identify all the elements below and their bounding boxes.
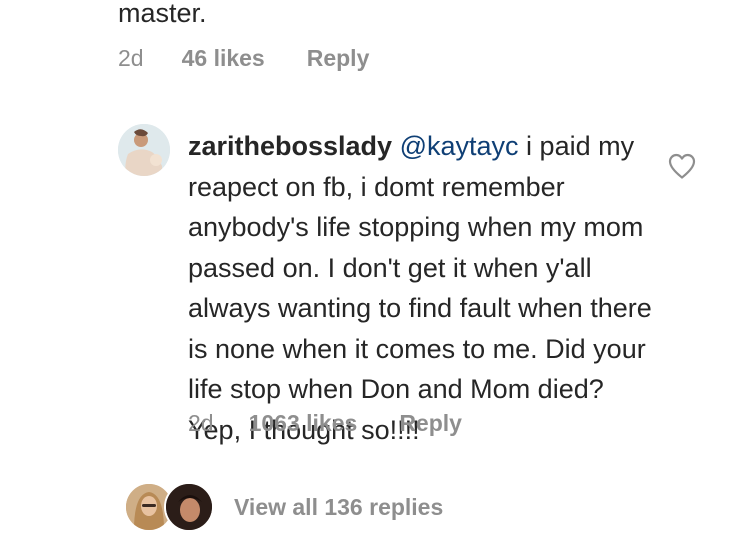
previous-comment-meta: 2d 46 likes Reply	[118, 45, 369, 72]
comment-username[interactable]: zarithebosslady	[188, 131, 392, 161]
timestamp: 2d	[118, 45, 144, 71]
comment-mention[interactable]: @kaytayc	[400, 131, 519, 161]
avatar[interactable]	[118, 124, 170, 176]
likes-count[interactable]: 1063 likes	[249, 410, 358, 437]
previous-comment-text: master.	[118, 0, 207, 28]
comment-meta: 2d 1063 likes Reply	[188, 410, 462, 437]
reply-button[interactable]: Reply	[307, 45, 370, 72]
reply-button[interactable]: Reply	[399, 410, 462, 437]
timestamp: 2d	[188, 410, 214, 436]
avatar-image	[118, 124, 170, 176]
view-all-replies-link[interactable]: View all 136 replies	[234, 494, 443, 521]
heart-outline-icon[interactable]	[667, 152, 697, 180]
comment-text: i paid my reapect on fb, i domt remember…	[188, 131, 652, 445]
comment-body: zarithebosslady @kaytayc i paid my reape…	[188, 126, 663, 450]
reply-avatar	[164, 482, 214, 532]
likes-count[interactable]: 46 likes	[182, 45, 265, 72]
view-replies-row[interactable]: View all 136 replies	[124, 478, 484, 538]
